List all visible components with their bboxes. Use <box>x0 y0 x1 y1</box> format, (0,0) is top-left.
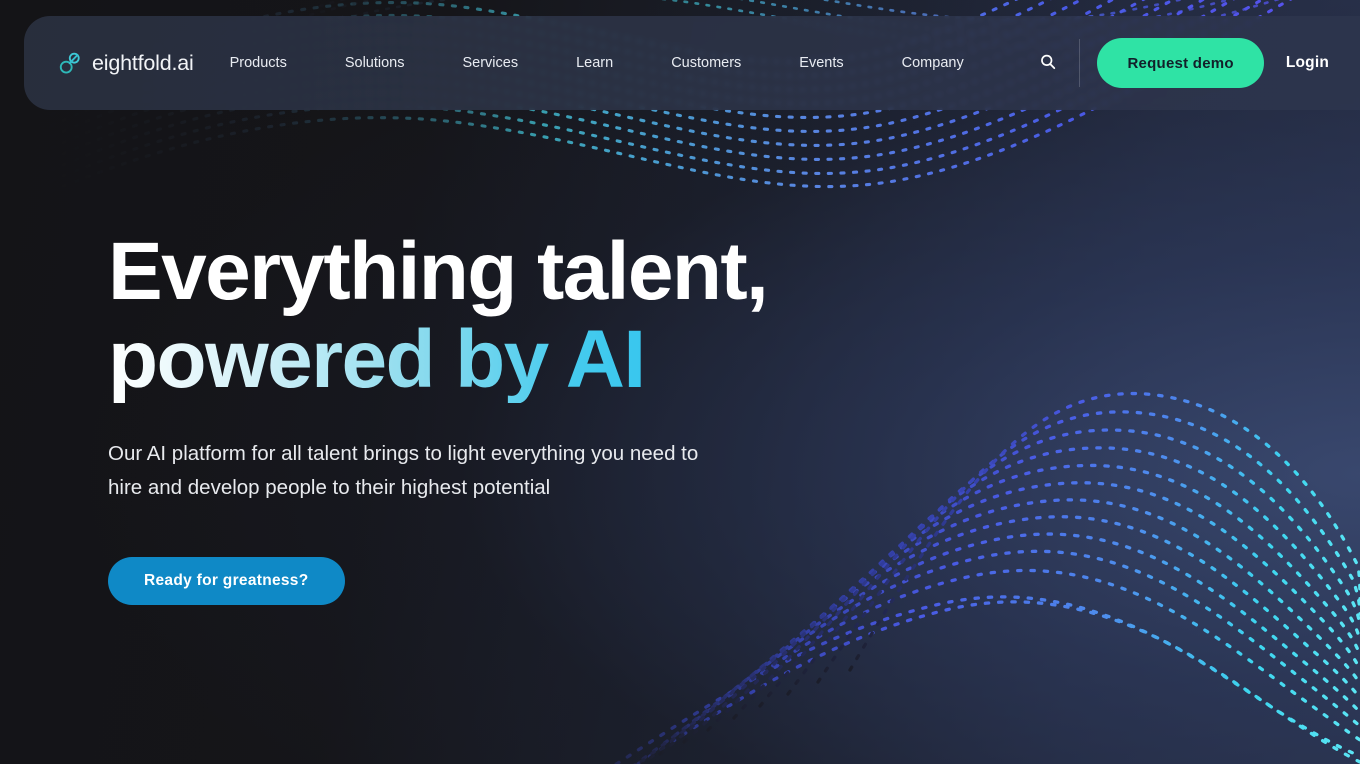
search-icon <box>1039 53 1057 74</box>
nav-item-solutions[interactable]: Solutions <box>345 45 405 81</box>
search-button[interactable] <box>1031 46 1065 80</box>
header-divider <box>1079 39 1081 87</box>
ready-for-greatness-button[interactable]: Ready for greatness? <box>108 556 345 605</box>
infinity-logo-icon <box>58 50 83 76</box>
main-nav: Products Solutions Services Learn Custom… <box>230 45 993 81</box>
hero-headline-line2: powered by AI <box>108 315 767 404</box>
nav-item-learn[interactable]: Learn <box>576 45 613 81</box>
nav-item-services[interactable]: Services <box>462 45 518 81</box>
site-header: eightfold.ai Products Solutions Services… <box>24 16 1360 110</box>
hero-subtext: Our AI platform for all talent brings to… <box>108 442 699 499</box>
hero-headline-line1: Everything talent, <box>108 226 769 317</box>
page-root: eightfold.ai Products Solutions Services… <box>0 0 1360 764</box>
logo-link[interactable]: eightfold.ai <box>58 50 194 76</box>
request-demo-button[interactable]: Request demo <box>1097 38 1264 88</box>
header-actions: Request demo Login <box>1031 16 1360 110</box>
logo-text: eightfold.ai <box>92 50 194 75</box>
nav-item-company[interactable]: Company <box>902 45 964 81</box>
nav-item-events[interactable]: Events <box>799 45 843 81</box>
nav-item-products[interactable]: Products <box>230 45 287 81</box>
hero-headline: Everything talent, powered by AI <box>108 226 769 404</box>
login-link[interactable]: Login <box>1286 54 1329 72</box>
nav-item-customers[interactable]: Customers <box>671 45 741 81</box>
hero-section: Everything talent, powered by AI Our AI … <box>108 226 769 605</box>
